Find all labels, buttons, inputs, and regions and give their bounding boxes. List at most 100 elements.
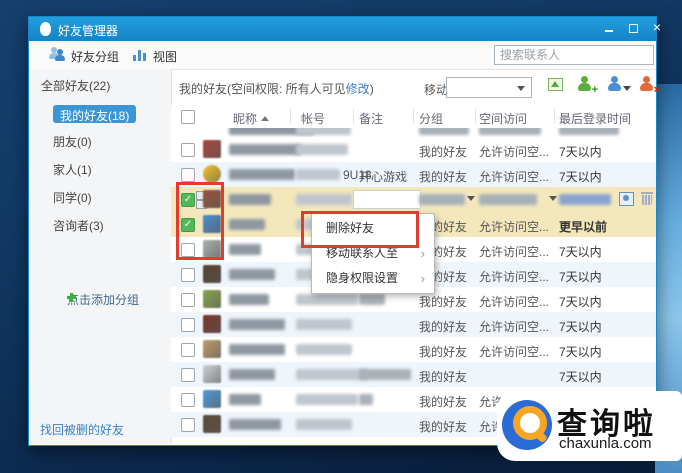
- select-all-checkbox[interactable]: [181, 110, 195, 124]
- table-row[interactable]: 我的好友7天以内: [171, 362, 656, 387]
- account-blurred: [296, 319, 352, 330]
- remark-blurred: [359, 369, 411, 380]
- trash-lid: [641, 192, 653, 194]
- last-login-cell: 7天以内: [559, 318, 602, 335]
- maximize-button[interactable]: [623, 17, 643, 39]
- modify-link[interactable]: 修改: [346, 82, 370, 96]
- account-blurred: [296, 394, 358, 405]
- account-blurred: [296, 194, 352, 205]
- remark-text: 开心游戏: [359, 168, 407, 185]
- row-checkbox[interactable]: [181, 143, 195, 157]
- col-group[interactable]: 分组: [419, 110, 443, 127]
- sidebar-item[interactable]: 全部好友(22): [41, 77, 110, 93]
- last-login-cell: 7天以内: [559, 143, 602, 160]
- space-access-cell: 允许访问空...: [479, 143, 549, 160]
- delete-friend-icon[interactable]: ×: [638, 76, 656, 93]
- nickname-blurred: [229, 419, 281, 430]
- last-login-blurred: [559, 194, 611, 205]
- plus-icon: [67, 293, 76, 302]
- sidebar-item[interactable]: 朋友(0): [53, 133, 92, 149]
- col-account[interactable]: 帐号: [301, 110, 325, 127]
- minimize-button[interactable]: [599, 17, 619, 39]
- table-row[interactable]: 我的好友允许访问空...7天以内: [171, 312, 656, 337]
- row-checkbox[interactable]: [181, 393, 195, 407]
- row-checkbox[interactable]: [181, 268, 195, 282]
- table-header: 昵称 帐号 备注 分组 空间访问 最后登录时间: [171, 105, 656, 129]
- add-friend-icon[interactable]: +: [576, 76, 594, 93]
- col-nickname[interactable]: 昵称: [233, 110, 269, 127]
- move-to-dropdown[interactable]: [446, 77, 532, 98]
- titlebar[interactable]: 好友管理器 ×: [29, 17, 656, 41]
- avatar: [203, 340, 221, 358]
- trash-body: [642, 195, 652, 205]
- sidebar-item[interactable]: 我的好友(18): [53, 105, 136, 123]
- row-checkbox[interactable]: [181, 343, 195, 357]
- nickname-blurred: [229, 369, 275, 380]
- blurred-cell: [559, 128, 619, 135]
- remark-blurred: [359, 294, 385, 305]
- search-input[interactable]: [494, 45, 654, 65]
- context-menu-item[interactable]: 隐身权限设置›: [312, 266, 434, 291]
- avatar: [203, 165, 221, 183]
- remark-blurred: [359, 394, 373, 405]
- space-access-cell: 允许访问空...: [479, 218, 549, 235]
- table-row[interactable]: 9U18开心游戏我的好友允许访问空...7天以内: [171, 162, 656, 187]
- col-last-login[interactable]: 最后登录时间: [559, 110, 631, 127]
- watermark-q-icon: [502, 400, 552, 450]
- group-cell: 我的好友: [419, 393, 467, 410]
- profile-card-icon[interactable]: [619, 192, 634, 206]
- avatar: [203, 265, 221, 283]
- space-access-cell: 允许访问空...: [479, 318, 549, 335]
- last-login-cell: 7天以内: [559, 268, 602, 285]
- nickname-blurred: [229, 244, 261, 255]
- inline-edit-input[interactable]: [353, 190, 421, 209]
- group-cell: 我的好友: [419, 293, 467, 310]
- last-login-cell: 更早以前: [559, 218, 607, 235]
- table-row[interactable]: 我的好友允许访问空...7天以内: [171, 337, 656, 362]
- account-blurred: [296, 294, 358, 305]
- row-checkbox[interactable]: [181, 168, 195, 182]
- row-checkbox[interactable]: [181, 418, 195, 432]
- close-button[interactable]: ×: [647, 17, 667, 39]
- recover-deleted-friends-link[interactable]: 找回被删的好友: [40, 421, 124, 438]
- space-access-cell: 允许访问空...: [479, 168, 549, 185]
- blurred-cell: [479, 128, 541, 135]
- sidebar-item[interactable]: 同学(0): [53, 189, 92, 205]
- table-row[interactable]: ✓: [171, 187, 656, 212]
- sort-asc-icon: [261, 116, 269, 121]
- submenu-arrow-icon: ›: [421, 266, 425, 291]
- row-checkbox[interactable]: [181, 368, 195, 382]
- row-checkbox[interactable]: [181, 293, 195, 307]
- last-login-cell: 7天以内: [559, 243, 602, 260]
- col-remark[interactable]: 备注: [359, 110, 383, 127]
- row-checkbox[interactable]: [181, 318, 195, 332]
- add-group-button[interactable]: 点击添加分组: [53, 291, 139, 308]
- table-row[interactable]: 我的好友允许访问空...7天以内: [171, 137, 656, 162]
- friend-groups-label: 好友分组: [71, 48, 119, 65]
- avatar: [203, 290, 221, 308]
- sidebar-item[interactable]: 家人(1): [53, 161, 92, 177]
- table-row[interactable]: [171, 128, 656, 137]
- watermark-domain: chaxunla.com: [559, 435, 652, 452]
- group-cell: 我的好友: [419, 168, 467, 185]
- friend-groups-icon: [49, 47, 67, 62]
- group-cell: 我的好友: [419, 368, 467, 385]
- trash-icon[interactable]: [642, 192, 652, 205]
- nickname-blurred: [229, 269, 275, 280]
- contact-card-icon[interactable]: [548, 76, 566, 93]
- desktop-background: 好友管理器 × 好友分组 视图 好友分组 我的好友(空间权限: 所有人可: [0, 0, 682, 473]
- friend-actions-icon[interactable]: [606, 76, 624, 93]
- col-space-access[interactable]: 空间访问: [479, 110, 527, 127]
- nickname-blurred: [229, 394, 261, 405]
- blurred-cell: [419, 128, 469, 135]
- friend-manager-window: 好友管理器 × 好友分组 视图 好友分组 我的好友(空间权限: 所有人可: [28, 16, 657, 446]
- last-login-cell: 7天以内: [559, 293, 602, 310]
- account-blurred: [296, 144, 348, 155]
- space-dropdown-caret[interactable]: [549, 196, 557, 201]
- nickname-blurred: [229, 294, 269, 305]
- group-cell: 我的好友: [419, 343, 467, 360]
- space-access-cell: 允许访问空...: [479, 343, 549, 360]
- add-group-label: 点击添加分组: [67, 293, 139, 307]
- group-dropdown-caret[interactable]: [467, 196, 475, 201]
- sidebar-item[interactable]: 咨询者(3): [53, 217, 104, 233]
